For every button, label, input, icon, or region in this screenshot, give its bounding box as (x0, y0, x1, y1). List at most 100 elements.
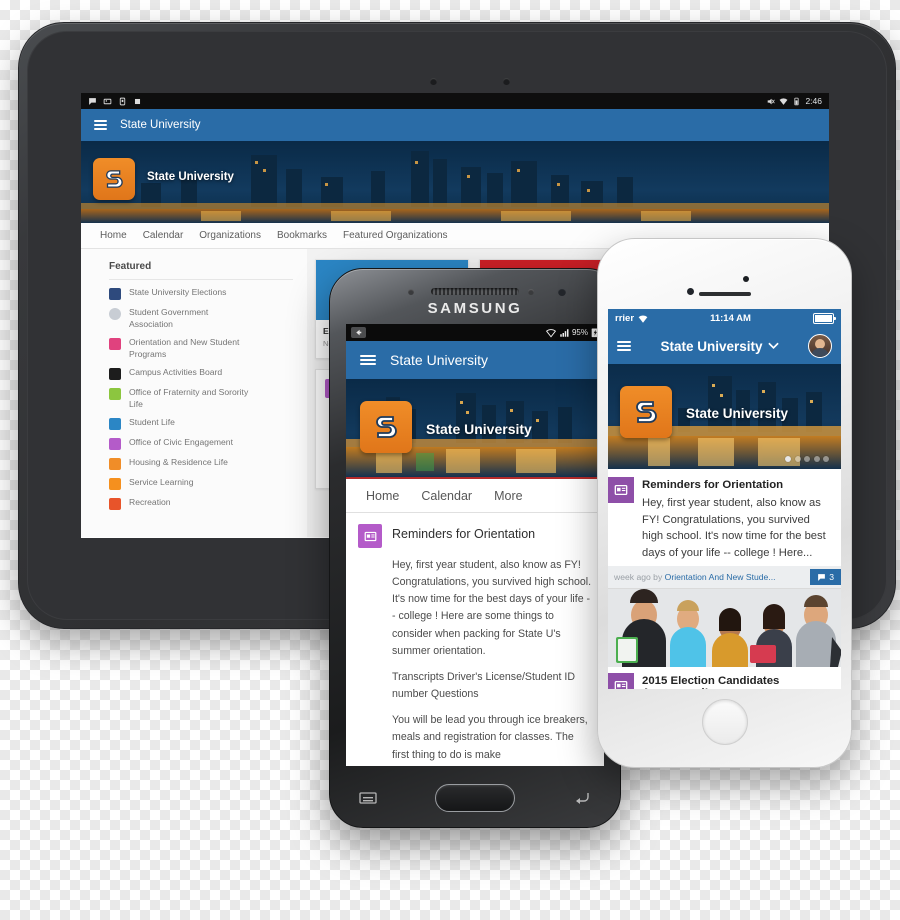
front-camera-icon (558, 288, 566, 296)
iphone-card-election[interactable]: 2015 Election Candidates Announced! (608, 589, 841, 689)
samsung-screen: 95% State University State University Ho… (346, 324, 604, 766)
tab-more[interactable]: More (494, 489, 522, 503)
samsung-app-bar: State University (346, 341, 604, 379)
chat-icon (89, 97, 96, 105)
iphone-hero-banner[interactable]: State University (608, 364, 841, 469)
sidebar-item-recreation[interactable]: Recreation (109, 497, 307, 511)
hamburger-icon[interactable] (360, 354, 376, 366)
tab-organizations[interactable]: Organizations (199, 230, 261, 241)
samsung-status-bar: 95% (346, 324, 604, 341)
battery-percent: 95% (571, 328, 588, 337)
sidebar-item-service-learning[interactable]: Service Learning (109, 477, 307, 491)
earpiece-speaker-icon (431, 288, 519, 295)
samsung-app-title: State University (390, 352, 489, 368)
page-dot-active[interactable] (785, 456, 791, 462)
iphone-screen: rrier 11:14 AM State University State Un… (608, 309, 841, 689)
home-button[interactable] (701, 699, 748, 745)
front-camera-icon (686, 288, 694, 295)
org-label: State University Elections (129, 287, 227, 297)
tablet-clock: 2:46 (805, 96, 822, 106)
sidebar-divider (109, 279, 293, 280)
sidebar-item-orientation-and-new-student-programs[interactable]: Orientation and New Student Programs (109, 337, 307, 360)
iphone-card-reminders[interactable]: Reminders for Orientation Hey, first yea… (608, 469, 841, 590)
chevron-down-icon (767, 342, 779, 350)
org-icon (109, 478, 121, 491)
org-label: Recreation (129, 497, 171, 508)
tab-calendar[interactable]: Calendar (421, 489, 472, 503)
iphone-device: rrier 11:14 AM State University State Un… (597, 238, 852, 768)
page-dot[interactable] (804, 456, 810, 462)
sim-icon (119, 97, 126, 105)
post-paragraph-3: You will be lead you through ice breaker… (392, 714, 588, 761)
org-label: Student Life (129, 417, 175, 428)
org-icon (109, 458, 121, 471)
org-icon (109, 308, 121, 320)
back-arrow-icon (351, 327, 366, 338)
tablet-camera-icon (430, 78, 437, 85)
tab-bookmarks[interactable]: Bookmarks (277, 230, 327, 241)
org-icon (109, 418, 121, 431)
menu-icon[interactable] (358, 790, 378, 806)
samsung-phone-device: SAMSUNG 95% State University State Unive… (329, 268, 621, 828)
battery-icon (812, 313, 836, 324)
org-label: Service Learning (129, 477, 194, 488)
page-dot[interactable] (823, 456, 829, 462)
sidebar-item-student-government-association[interactable]: Student Government Association (109, 307, 307, 330)
earpiece-speaker-icon (698, 292, 751, 296)
light-sensor-icon (528, 289, 534, 295)
iphone-nav-bar: State University (608, 328, 841, 364)
tablet-sidebar: Featured State University Elections Stud… (81, 249, 307, 537)
carrier-label: rrier (615, 313, 635, 324)
sidebar-item-office-of-fraternity-and-sorority-life[interactable]: Office of Fraternity and Sorority Life (109, 387, 307, 410)
news-icon (608, 477, 634, 503)
tab-featured-organizations[interactable]: Featured Organizations (343, 230, 448, 241)
avatar[interactable] (807, 334, 832, 358)
hamburger-icon[interactable] (617, 340, 631, 352)
sidebar-item-state-university-elections[interactable]: State University Elections (109, 287, 307, 300)
home-button[interactable] (434, 784, 515, 812)
tablet-app-logo (93, 158, 135, 200)
sidebar-item-office-of-civic-engagement[interactable]: Office of Civic Engagement (109, 437, 307, 451)
mute-icon (768, 98, 776, 104)
org-label: Student Government Association (129, 307, 209, 329)
iphone-hero-title: State University (686, 406, 789, 421)
news-icon (358, 524, 382, 548)
iphone-nav-title-group[interactable]: State University (660, 339, 779, 354)
hamburger-icon[interactable] (94, 119, 107, 131)
comment-count: 3 (829, 572, 834, 583)
sidebar-item-housing-and-residence-life[interactable]: Housing & Residence Life (109, 457, 307, 471)
samsung-brand-label: SAMSUNG (427, 300, 523, 317)
su-monogram-icon (636, 401, 657, 423)
battery-icon (794, 97, 800, 105)
tablet-hero-banner: State University (81, 141, 829, 223)
samsung-post[interactable]: Reminders for Orientation Hey, first yea… (346, 513, 604, 764)
sidebar-item-student-life[interactable]: Student Life (109, 417, 307, 431)
carousel-page-dots[interactable] (785, 456, 829, 462)
back-icon[interactable] (572, 790, 592, 806)
students-group-photo (608, 589, 841, 668)
su-monogram-icon (106, 170, 123, 188)
org-label: Office of Fraternity and Sorority Life (129, 387, 249, 409)
card-timestamp: week ago by (614, 572, 663, 583)
card-title: 2015 Election Candidates Announced! (642, 675, 780, 689)
tablet-hero-title: State University (147, 171, 234, 183)
tab-home[interactable]: Home (366, 489, 399, 503)
sidebar-item-campus-activities-board[interactable]: Campus Activities Board (109, 367, 307, 381)
wifi-icon (545, 328, 556, 338)
su-monogram-icon (376, 416, 397, 438)
post-body: Hey, first year student, also know as FY… (392, 557, 592, 764)
page-dot[interactable] (813, 456, 820, 462)
page-dot[interactable] (794, 456, 801, 462)
org-icon (109, 288, 121, 300)
comment-badge[interactable]: 3 (810, 569, 841, 586)
samsung-hero-title: State University (426, 421, 532, 437)
card-author-link[interactable]: Orientation And New Stude... (665, 572, 776, 582)
iphone-clock: 11:14 AM (710, 313, 751, 324)
tab-calendar[interactable]: Calendar (143, 230, 184, 241)
org-icon (109, 338, 121, 351)
card-title: Reminders for Orientation (642, 479, 784, 491)
org-label: Housing & Residence Life (129, 457, 228, 468)
tab-home[interactable]: Home (100, 230, 127, 241)
samsung-tab-bar: Home Calendar More (346, 479, 604, 513)
samsung-soft-keys (330, 769, 620, 827)
